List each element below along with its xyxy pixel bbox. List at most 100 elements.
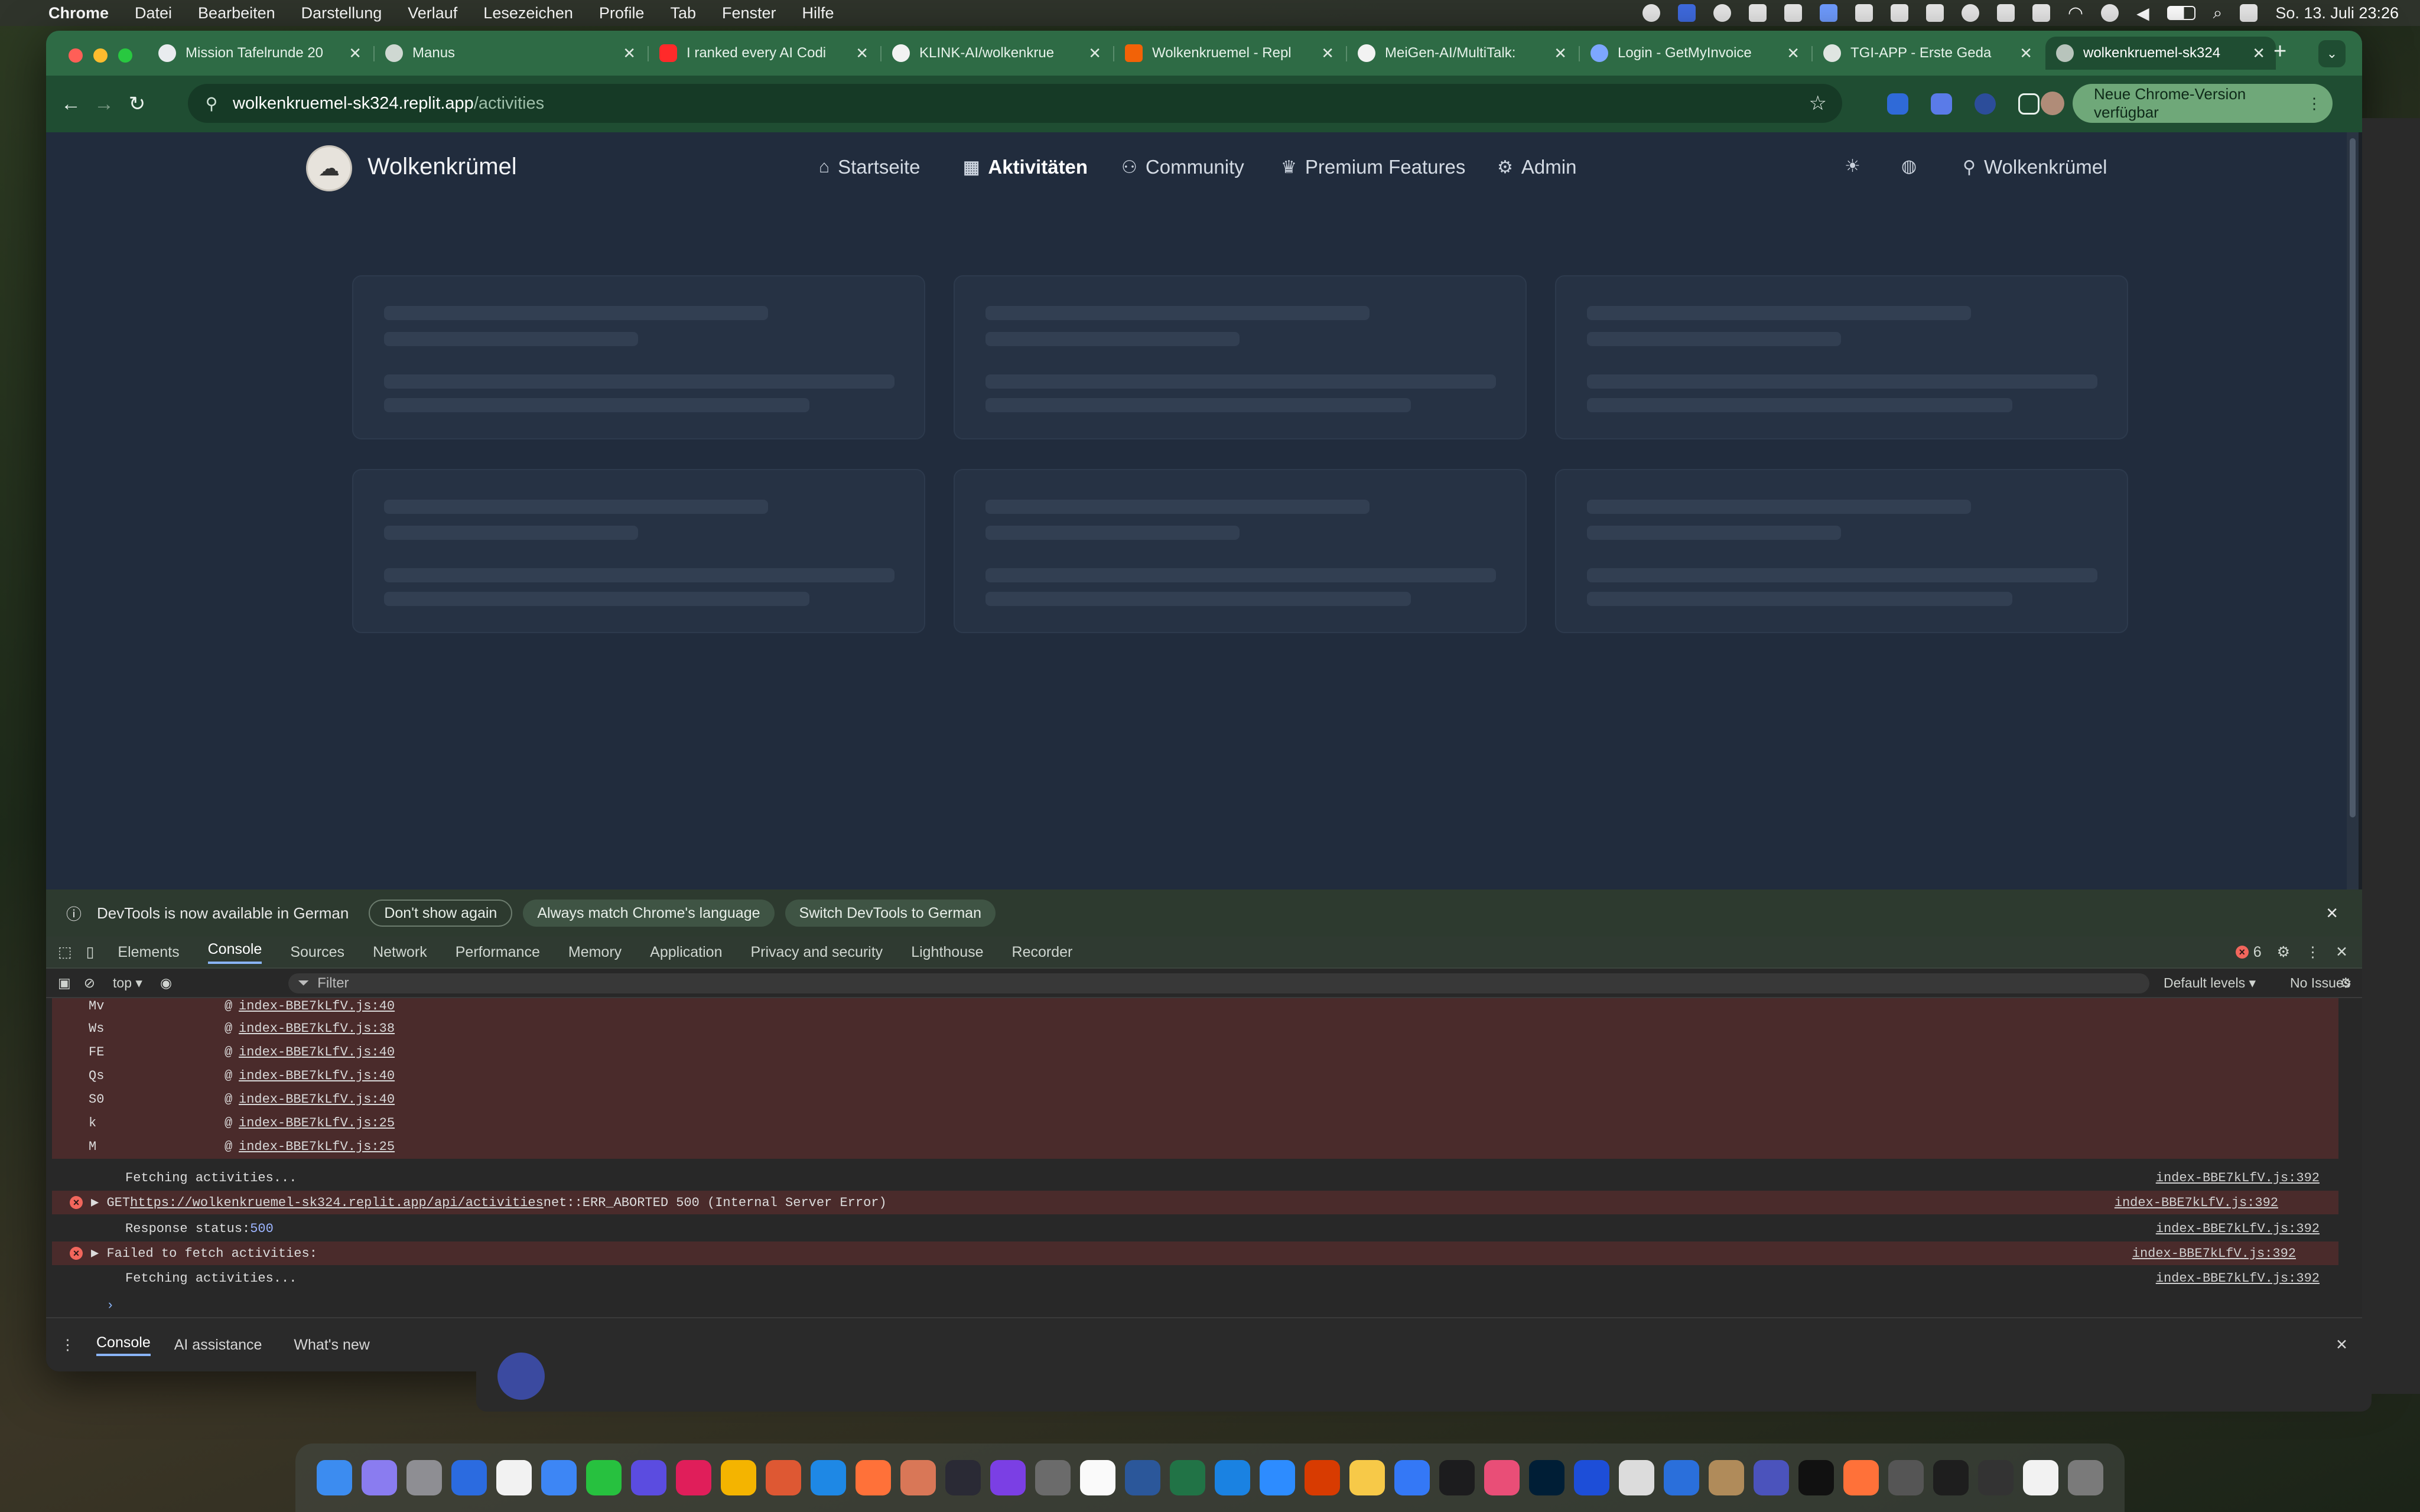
sidebar-toggle-icon[interactable]: ▣ <box>58 975 71 991</box>
keynote-icon[interactable] <box>1215 1460 1250 1495</box>
menu-datei[interactable]: Datei <box>135 4 172 22</box>
zoom-icon[interactable] <box>1260 1460 1295 1495</box>
more-vert-icon[interactable]: ⋮ <box>2307 94 2322 113</box>
typora-status-icon[interactable] <box>1855 4 1873 22</box>
chrome-icon[interactable] <box>721 1460 756 1495</box>
firefox-dev-icon[interactable] <box>1843 1460 1879 1495</box>
search-icon[interactable]: ⌕ <box>2213 4 2223 23</box>
source-link[interactable]: index-BBE7kLfV.js:392 <box>2132 1246 2296 1261</box>
onepassword-icon[interactable] <box>451 1460 487 1495</box>
menu-darstellung[interactable]: Darstellung <box>301 4 382 22</box>
switch-devtools-german-button[interactable]: Switch DevTools to German <box>785 900 996 927</box>
nav-admin[interactable]: ⚙ Admin <box>1497 156 1576 178</box>
source-link[interactable]: index-BBE7kLfV.js:392 <box>2115 1195 2278 1210</box>
close-tab-icon[interactable]: ✕ <box>1787 44 1800 63</box>
freeform-icon[interactable] <box>1664 1460 1699 1495</box>
zoom-status-icon[interactable] <box>1677 4 1696 22</box>
match-chrome-language-button[interactable]: Always match Chrome's language <box>523 900 775 927</box>
safari-icon[interactable] <box>811 1460 846 1495</box>
tab-search-chevron-icon[interactable]: ⌄ <box>2318 40 2346 67</box>
forward-arrow-icon[interactable]: → <box>87 87 121 120</box>
app-icon[interactable] <box>1035 1460 1071 1495</box>
close-tab-icon[interactable]: ✕ <box>1088 44 1101 63</box>
menu-verlauf[interactable]: Verlauf <box>408 4 457 22</box>
close-drawer-icon[interactable]: ✕ <box>2336 1336 2348 1354</box>
menu-lesezeichen[interactable]: Lesezeichen <box>483 4 573 22</box>
source-link[interactable]: index-BBE7kLfV.js:392 <box>2156 1171 2320 1185</box>
excel-icon[interactable] <box>1170 1460 1205 1495</box>
acrobat-icon[interactable] <box>1305 1460 1340 1495</box>
console-error-line[interactable]: × ▶ GET https://wolkenkruemel-sk324.repl… <box>52 1191 2338 1214</box>
app-icon[interactable] <box>1798 1460 1834 1495</box>
user-status-icon[interactable] <box>2101 4 2119 22</box>
tab-console[interactable]: Console <box>207 941 262 964</box>
tab-lighthouse[interactable]: Lighthouse <box>911 944 983 961</box>
tab-meigen-github[interactable]: MeiGen-AI/MultiTalk: ✕ <box>1347 37 1577 70</box>
source-link[interactable]: index-BBE7kLfV.js:392 <box>2156 1271 2320 1286</box>
back-arrow-icon[interactable]: ← <box>54 87 87 120</box>
dont-show-again-button[interactable]: Don't show again <box>369 900 513 927</box>
tab-memory[interactable]: Memory <box>568 944 622 961</box>
tab-application[interactable]: Application <box>650 944 722 961</box>
app-icon[interactable] <box>1574 1460 1609 1495</box>
menu-fenster[interactable]: Fenster <box>722 4 776 22</box>
close-tab-icon[interactable]: ✕ <box>856 44 869 63</box>
close-tab-icon[interactable]: ✕ <box>1321 44 1334 63</box>
zoom-extension-icon[interactable] <box>1887 93 1908 115</box>
nav-community[interactable]: ⚇ Community <box>1121 156 1244 178</box>
tab-klink-github[interactable]: KLINK-AI/wolkenkrue ✕ <box>882 37 1112 70</box>
console-error-line[interactable]: × ▶ Failed to fetch activities: index-BB… <box>52 1241 2338 1265</box>
close-tab-icon[interactable]: ✕ <box>2252 44 2265 63</box>
tab-performance[interactable]: Performance <box>456 944 540 961</box>
onepassword-status-icon[interactable] <box>1713 4 1731 22</box>
language-globe-icon[interactable]: ◍ <box>1901 156 1917 177</box>
tab-recorder[interactable]: Recorder <box>1012 944 1073 961</box>
tab-elements[interactable]: Elements <box>118 944 179 961</box>
close-tab-icon[interactable]: ✕ <box>623 44 636 63</box>
drawer-menu-icon[interactable]: ⋮ <box>60 1336 75 1354</box>
calendar-icon[interactable] <box>496 1460 532 1495</box>
site-info-icon[interactable]: ⚲ <box>199 94 225 113</box>
tab-mission-tafelrunde[interactable]: Mission Tafelrunde 20 ✕ <box>148 37 372 70</box>
console-filter-input[interactable]: ⏷ Filter <box>288 973 2149 993</box>
address-bar[interactable]: ⚲ wolkenkruemel-sk324.replit.app/activit… <box>188 84 1842 123</box>
brand-logo[interactable]: ☁ <box>306 145 352 191</box>
textedit-icon[interactable] <box>1080 1460 1115 1495</box>
drawer-tab-console[interactable]: Console <box>96 1334 151 1356</box>
tab-replit[interactable]: Wolkenkruemel - Repl ✕ <box>1114 37 1345 70</box>
theme-toggle-sun-icon[interactable]: ☀ <box>1845 156 1860 177</box>
brand-name[interactable]: Wolkenkrümel <box>367 154 517 180</box>
onepassword-extension-icon[interactable] <box>1975 93 1996 115</box>
close-tab-icon[interactable]: ✕ <box>349 44 362 63</box>
clear-console-icon[interactable]: ⊘ <box>84 975 95 991</box>
minimize-window-button[interactable] <box>93 48 108 63</box>
live-expression-eye-icon[interactable]: ◉ <box>160 975 172 991</box>
log-levels-dropdown[interactable]: Default levels ▾ <box>2164 975 2256 991</box>
claude-icon[interactable] <box>900 1460 936 1495</box>
mail-icon[interactable] <box>541 1460 577 1495</box>
app-icon[interactable] <box>1394 1460 1430 1495</box>
page-scrollbar[interactable] <box>2347 132 2359 889</box>
settings-gear-icon[interactable]: ⚙ <box>2277 943 2290 961</box>
status-app-icon[interactable] <box>1996 4 2015 22</box>
tab-getmyinvoice[interactable]: Login - GetMyInvoice ✕ <box>1580 37 1810 70</box>
battery-icon[interactable] <box>2167 6 2195 20</box>
bookmark-star-icon[interactable]: ☆ <box>1809 92 1827 115</box>
nav-startseite[interactable]: ⌂ Startseite <box>819 156 920 178</box>
menu-bearbeiten[interactable]: Bearbeiten <box>198 4 275 22</box>
control-center-icon[interactable] <box>2240 4 2258 22</box>
status-app-icon[interactable] <box>1925 4 1944 22</box>
profile-avatar[interactable] <box>2041 92 2064 115</box>
finder-icon[interactable] <box>317 1460 352 1495</box>
app-icon[interactable] <box>1439 1460 1475 1495</box>
close-infobar-icon[interactable]: ✕ <box>2325 904 2338 923</box>
status-app-icon[interactable] <box>1819 4 1837 22</box>
tab-manus[interactable]: Manus ✕ <box>375 37 646 70</box>
status-app-icon[interactable] <box>1784 4 1802 22</box>
inspect-element-icon[interactable]: ⬚ <box>58 943 72 961</box>
minimized-window-icon[interactable] <box>2023 1460 2058 1495</box>
close-devtools-icon[interactable]: ✕ <box>2336 943 2348 961</box>
status-app-icon[interactable] <box>2032 4 2050 22</box>
preview-icon[interactable] <box>1619 1460 1654 1495</box>
context-selector[interactable]: top ▾ <box>113 975 142 991</box>
